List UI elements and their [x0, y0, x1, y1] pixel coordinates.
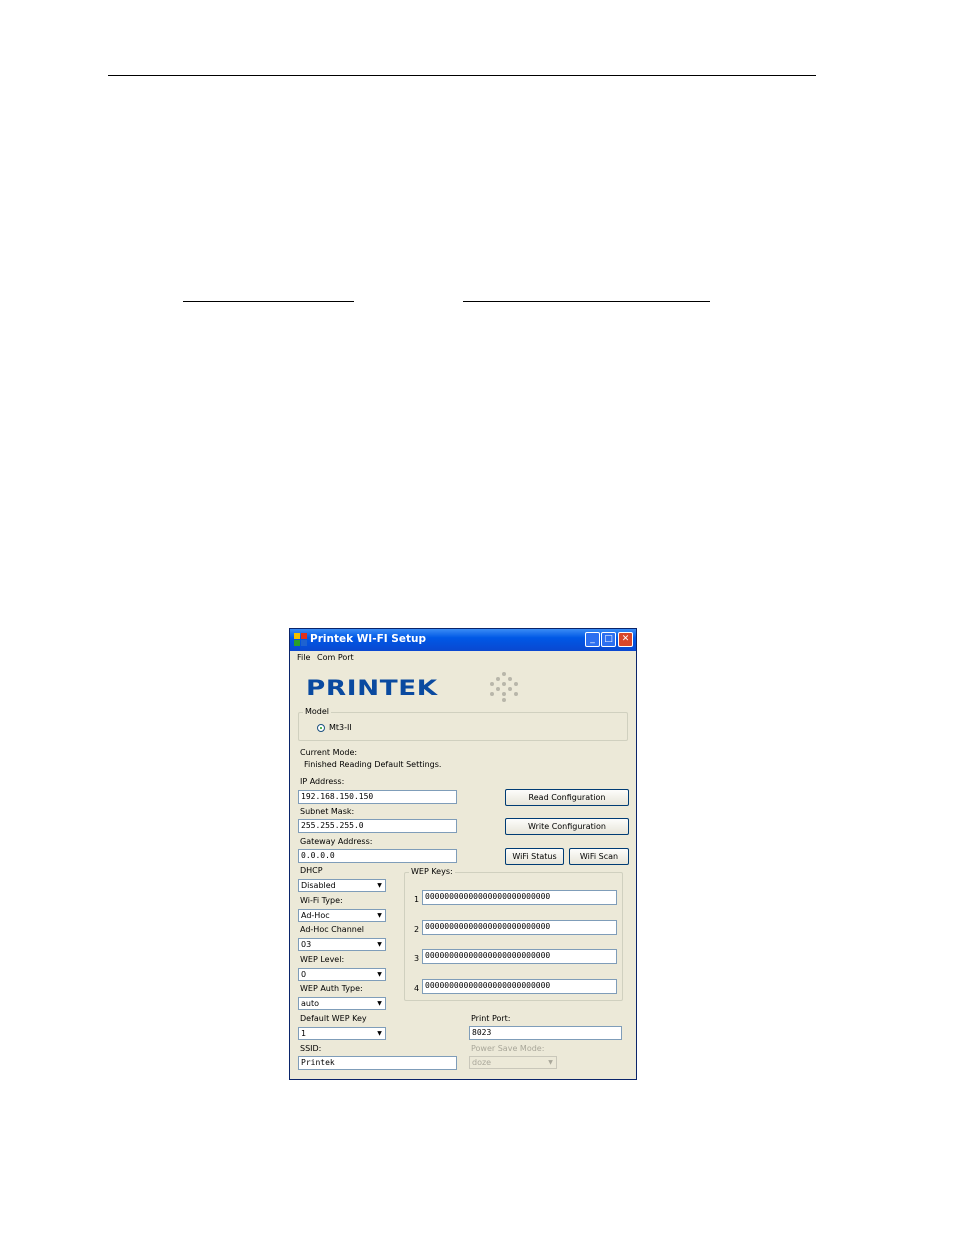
maximize-icon[interactable]: □: [601, 632, 616, 647]
subnet-mask-field[interactable]: 255.255.255.0: [298, 819, 457, 833]
default-wep-key-label: Default WEP Key: [300, 1014, 367, 1023]
model-group-title: Model: [303, 707, 332, 717]
wep-auth-type-select[interactable]: auto ▼: [298, 997, 386, 1010]
read-configuration-button[interactable]: Read Configuration: [505, 789, 629, 806]
wep-key-3-number: 3: [414, 954, 420, 963]
dhcp-select-value: Disabled: [301, 881, 336, 890]
wep-key-1-field[interactable]: 00000000000000000000000000: [422, 890, 617, 905]
wifi-type-select-value: Ad-Hoc: [301, 911, 330, 920]
gateway-address-field[interactable]: 0.0.0.0: [298, 849, 457, 863]
printek-logo: PRINTEK: [306, 676, 438, 700]
write-configuration-button[interactable]: Write Configuration: [505, 818, 629, 835]
page-header-rule: [108, 75, 816, 76]
ssid-label: SSID:: [300, 1044, 322, 1053]
menu-bar: File Com Port: [290, 651, 636, 665]
model-group: Model Mt3-II: [298, 707, 628, 741]
wep-key-2-number: 2: [414, 925, 420, 934]
current-mode-value: Finished Reading Default Settings.: [304, 760, 442, 769]
wep-level-select-value: 0: [301, 970, 307, 979]
ssid-field[interactable]: Printek: [298, 1056, 457, 1070]
chevron-down-icon[interactable]: ▼: [374, 998, 385, 1009]
dhcp-select[interactable]: Disabled ▼: [298, 879, 386, 892]
default-wep-key-select-value: 1: [301, 1029, 307, 1038]
menu-file[interactable]: File: [297, 653, 310, 662]
wep-keys-group: WEP Keys: 1 00000000000000000000000000 2…: [404, 867, 623, 1001]
underline-rule-right: [463, 301, 710, 302]
chevron-down-icon[interactable]: ▼: [374, 1028, 385, 1039]
adhoc-channel-select[interactable]: 03 ▼: [298, 938, 386, 951]
close-icon[interactable]: ✕: [618, 632, 633, 647]
minimize-icon[interactable]: _: [585, 632, 600, 647]
wep-auth-type-select-value: auto: [301, 999, 320, 1008]
current-mode-label: Current Mode:: [300, 748, 358, 757]
menu-com-port[interactable]: Com Port: [317, 653, 354, 662]
adhoc-channel-label: Ad-Hoc Channel: [300, 925, 364, 934]
subnet-mask-label: Subnet Mask:: [300, 807, 355, 816]
wep-key-4-field[interactable]: 00000000000000000000000000: [422, 979, 617, 994]
ip-address-label: IP Address:: [300, 777, 345, 786]
model-radio[interactable]: [317, 724, 325, 732]
wep-key-3-field[interactable]: 00000000000000000000000000: [422, 949, 617, 964]
adhoc-channel-select-value: 03: [301, 940, 312, 949]
chevron-down-icon[interactable]: ▼: [374, 910, 385, 921]
app-icon: [294, 633, 307, 646]
underline-rule-left: [183, 301, 354, 302]
wep-auth-type-label: WEP Auth Type:: [300, 984, 363, 993]
power-save-mode-label: Power Save Mode:: [471, 1044, 545, 1053]
chevron-down-icon[interactable]: ▼: [374, 880, 385, 891]
dhcp-label: DHCP: [300, 866, 323, 875]
wifi-type-select[interactable]: Ad-Hoc ▼: [298, 909, 386, 922]
wep-key-4-number: 4: [414, 984, 420, 993]
power-save-mode-select-value: doze: [472, 1058, 492, 1067]
default-wep-key-select[interactable]: 1 ▼: [298, 1027, 386, 1040]
chevron-down-icon[interactable]: ▼: [374, 939, 385, 950]
print-port-label: Print Port:: [471, 1014, 511, 1023]
wep-key-1-number: 1: [414, 895, 420, 904]
wep-key-2-field[interactable]: 00000000000000000000000000: [422, 920, 617, 935]
power-save-mode-select: doze ▼: [469, 1056, 557, 1069]
ip-address-field[interactable]: 192.168.150.150: [298, 790, 457, 804]
wifi-type-label: Wi-Fi Type:: [300, 896, 343, 905]
printek-setup-window: Printek WI-FI Setup _ □ ✕ File Com Port …: [289, 628, 637, 1080]
model-radio-label: Mt3-II: [329, 723, 352, 732]
window-title: Printek WI-FI Setup: [310, 633, 427, 645]
print-port-field[interactable]: 8023: [469, 1026, 622, 1040]
chevron-down-icon: ▼: [545, 1057, 556, 1068]
title-bar[interactable]: Printek WI-FI Setup _ □ ✕: [290, 629, 636, 651]
wifi-scan-button[interactable]: WiFi Scan: [569, 848, 629, 865]
wep-level-select[interactable]: 0 ▼: [298, 968, 386, 981]
wep-keys-title: WEP Keys:: [409, 867, 455, 877]
chevron-down-icon[interactable]: ▼: [374, 969, 385, 980]
gateway-address-label: Gateway Address:: [300, 837, 373, 846]
wifi-status-button[interactable]: WiFi Status: [505, 848, 564, 865]
logo-dots-icon: [490, 672, 518, 702]
wep-level-label: WEP Level:: [300, 955, 345, 964]
